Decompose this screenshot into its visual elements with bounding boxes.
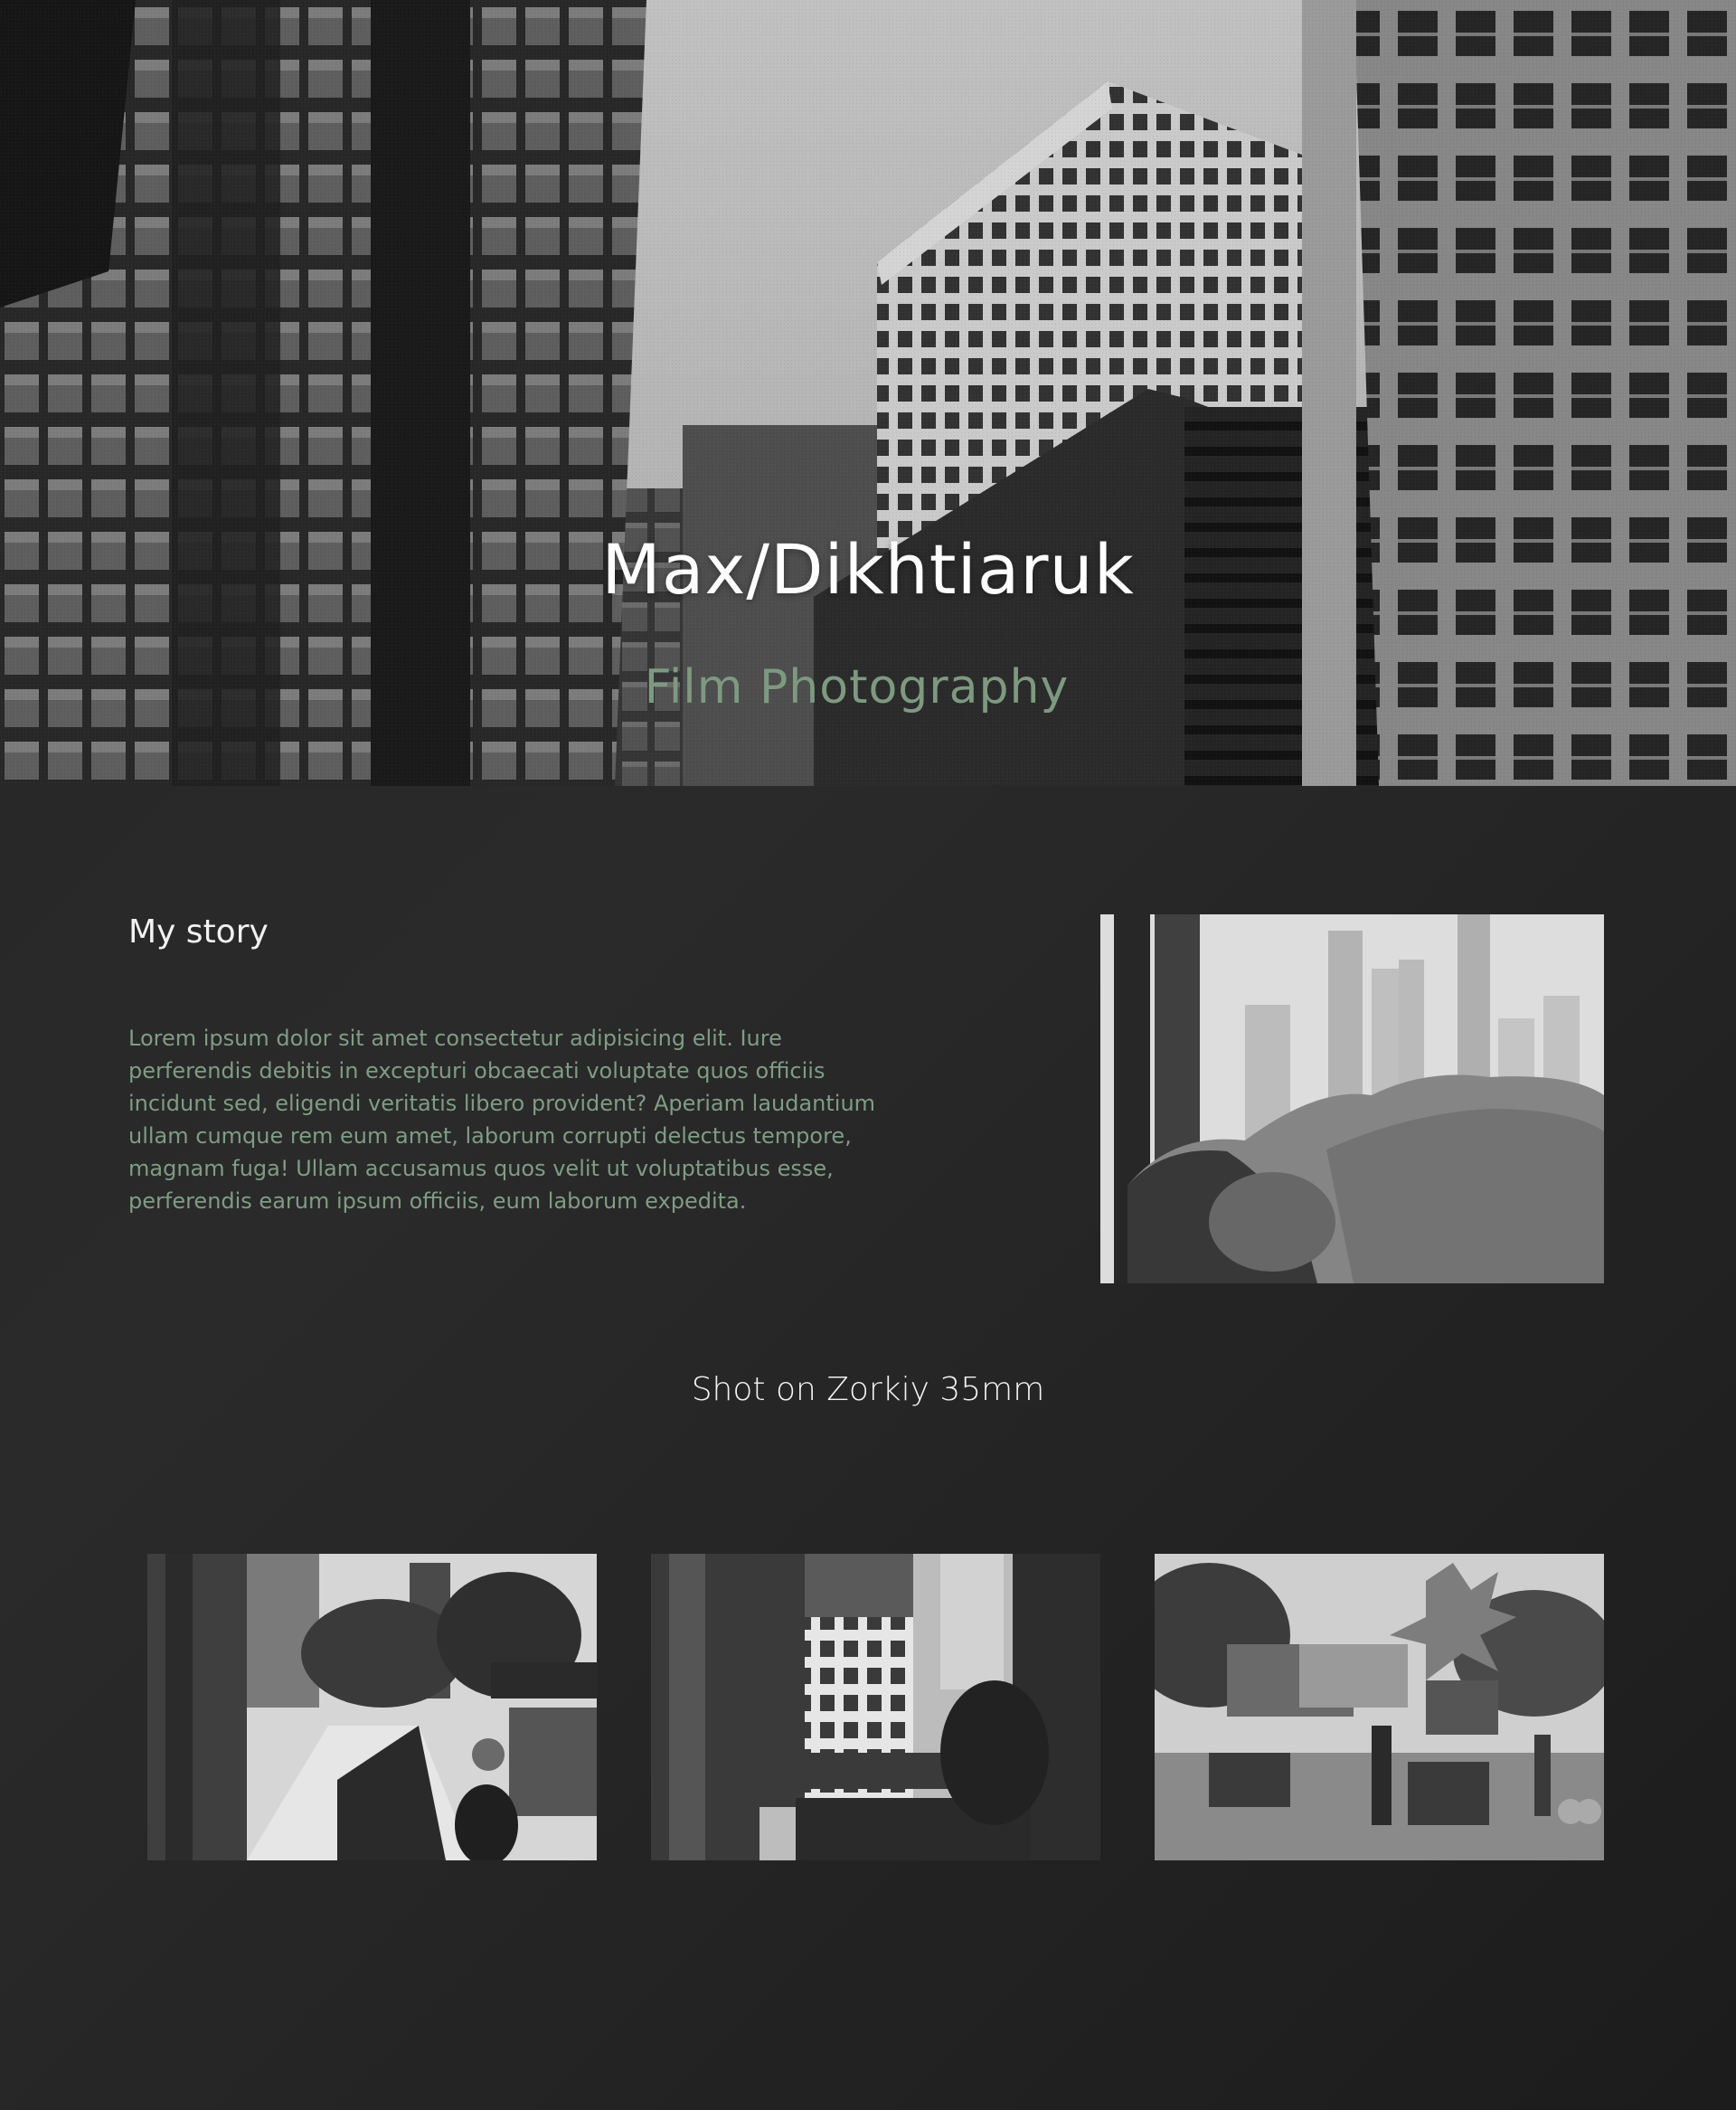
hero-section: Max/Dikhtiaruk Film Photography [0, 0, 1736, 786]
story-heading: My story [128, 913, 269, 951]
site-title: Max/Dikhtiaruk [601, 529, 1135, 610]
gallery-photo-towers[interactable] [651, 1554, 1100, 1860]
site-subtitle: Film Photography [644, 660, 1070, 714]
gallery-photo-street[interactable] [147, 1554, 597, 1860]
gallery-photo-square[interactable] [1155, 1554, 1604, 1860]
story-body-text: Lorem ipsum dolor sit amet consectetur a… [128, 1026, 876, 1214]
gallery-heading: Shot on Zorkiy 35mm [691, 1371, 1045, 1408]
story-portrait-photo [1100, 914, 1604, 1283]
